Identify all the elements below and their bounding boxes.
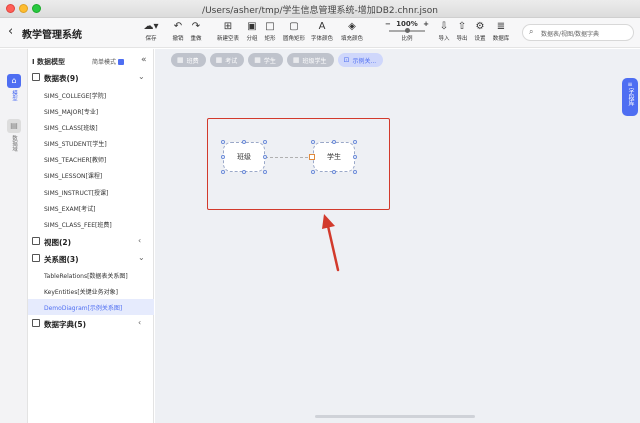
zoom-out-button[interactable]: − — [385, 20, 391, 28]
tab-student[interactable]: ▦ 学生 — [248, 53, 283, 67]
rail-item-data-domain[interactable]: ▤ 数据域 — [4, 119, 24, 152]
search-box[interactable]: ⌕ 数据表/视图/数据字典 — [522, 24, 634, 41]
diagram-canvas[interactable]: ▦ 班费 ▦ 考试 ▦ 学生 ▦ 班级学生 ⊡ 示例关... ≡ 字段库 班级 学生 — [155, 49, 640, 423]
tree-item-table[interactable]: SIMS_TEACHER[教师] — [28, 151, 154, 167]
search-placeholder: 数据表/视图/数据字典 — [541, 31, 600, 38]
zoom-label: 比例 — [401, 36, 413, 42]
simple-mode-toggle[interactable]: 简单模式 — [92, 57, 125, 66]
left-rail: ⌂ 模型 ▤ 数据域 — [0, 49, 28, 423]
round-rect-button[interactable]: ▢ 圆角矩形 — [283, 20, 305, 42]
zoom-in-button[interactable]: + — [423, 20, 429, 28]
group-icon: ▣ — [247, 21, 257, 32]
tree-item-relation[interactable]: TableRelations[数据表关系图] — [28, 267, 154, 283]
dictionary-group-icon — [32, 319, 40, 327]
rect-icon: □ — [265, 21, 275, 32]
back-icon[interactable]: ‹ — [8, 24, 13, 39]
tree-item-table[interactable]: SIMS_CLASS_FEE[班费] — [28, 216, 154, 232]
expand-icon[interactable]: ⌄ — [138, 72, 145, 81]
tab-demo-diagram[interactable]: ⊡ 示例关... — [337, 53, 384, 67]
tree-item-table[interactable]: SIMS_CLASS[班级] — [28, 119, 154, 135]
toolbar-header: ‹ 教学管理系统 ☁▾ 保存 ↶ 撤销 ↷ 重做 ⊞ 新建空表 ▣ 分组 □ 矩… — [0, 18, 640, 48]
simple-mode-checkbox[interactable] — [118, 59, 125, 65]
group-relations[interactable]: 关系图(3) ⌄ — [28, 251, 154, 267]
group-dictionaries[interactable]: 数据字典(5) ‹ — [28, 316, 154, 332]
horizontal-scrollbar[interactable] — [315, 415, 475, 418]
tree-item-table[interactable]: SIMS_LESSON[课程] — [28, 167, 154, 183]
export-icon: ⇧ — [457, 21, 467, 32]
tab-class-student[interactable]: ▦ 班级学生 — [286, 53, 334, 67]
rail-item-model[interactable]: ⌂ 模型 — [4, 74, 24, 101]
fill-color-icon: ◈ — [348, 21, 356, 32]
rect-button[interactable]: □ 矩形 — [259, 20, 281, 42]
table-icon: ▦ — [254, 56, 261, 64]
model-tree-sidebar: I 数据模型 简单模式 « 数据表(9) ⌄ SIMS_COLLEGE[学院] … — [28, 49, 154, 423]
table-icon: ▦ — [215, 56, 223, 64]
table-icon: ▦ — [177, 56, 184, 64]
tree-item-table[interactable]: SIMS_EXAM[考试] — [28, 200, 154, 216]
new-table-icon: ⊞ — [223, 21, 233, 32]
group-views[interactable]: 视图(2) ‹ — [28, 234, 154, 250]
database-button[interactable]: ≣ 数据库 — [490, 20, 512, 42]
annotation-highlight-box — [207, 118, 390, 210]
expand-icon[interactable]: ‹ — [138, 236, 141, 245]
redo-button[interactable]: ↷ 重做 — [185, 20, 207, 42]
tree-item-relation[interactable]: KeyEntities[关键业务对象] — [28, 283, 154, 299]
import-icon: ⇩ — [439, 21, 449, 32]
gear-icon: ⚙ — [475, 21, 485, 32]
expand-icon[interactable]: ‹ — [138, 318, 141, 327]
table-icon: ▦ — [292, 56, 300, 64]
app-window: /Users/asher/tmp/学生信息管理系统-增加DB2.chnr.jso… — [0, 0, 640, 423]
redo-icon: ↷ — [191, 21, 201, 32]
data-domain-icon: ▤ — [7, 119, 21, 133]
zoom-slider[interactable] — [389, 28, 425, 33]
tree-item-relation-selected[interactable]: DemoDiagram[示例关系图] — [28, 299, 154, 315]
annotation-arrow-icon — [322, 214, 340, 272]
tab-class-fee[interactable]: ▦ 班费 — [171, 53, 206, 67]
title-bar: /Users/asher/tmp/学生信息管理系统-增加DB2.chnr.jso… — [0, 0, 640, 18]
zoom-slider-knob[interactable] — [405, 28, 410, 33]
settings-button[interactable]: ⚙ 设置 — [469, 20, 491, 42]
field-library-tab[interactable]: ≡ 字段库 — [622, 78, 638, 116]
zoom-value: 100% — [396, 20, 418, 28]
table-group-icon — [32, 73, 40, 81]
group-tables[interactable]: 数据表(9) ⌄ — [28, 70, 154, 86]
open-tabs: ▦ 班费 ▦ 考试 ▦ 学生 ▦ 班级学生 ⊡ 示例关... — [171, 53, 384, 67]
save-button[interactable]: ☁▾ 保存 — [140, 20, 162, 42]
fill-color-button[interactable]: ◈ 填充颜色 — [341, 20, 363, 42]
tree-item-table[interactable]: SIMS_INSTRUCT[授课] — [28, 184, 154, 200]
font-color-button[interactable]: A 字体颜色 — [311, 20, 333, 42]
relation-group-icon — [32, 254, 40, 262]
round-rect-icon: ▢ — [289, 21, 299, 32]
model-icon: ⌂ — [7, 74, 21, 88]
tree-item-table[interactable]: SIMS_STUDENT[学生] — [28, 135, 154, 151]
window-title: /Users/asher/tmp/学生信息管理系统-增加DB2.chnr.jso… — [202, 6, 438, 16]
tree-item-table[interactable]: SIMS_MAJOR[专业] — [28, 103, 154, 119]
view-group-icon — [32, 237, 40, 245]
search-icon: ⌕ — [529, 27, 534, 36]
undo-icon: ↶ — [173, 21, 183, 32]
cloud-save-icon: ☁▾ — [143, 21, 159, 32]
new-table-button[interactable]: ⊞ 新建空表 — [217, 20, 239, 42]
field-library-icon: ≡ — [627, 81, 633, 88]
tree-item-table[interactable]: SIMS_COLLEGE[学院] — [28, 87, 154, 103]
diagram-icon: ⊡ — [343, 56, 350, 64]
tab-exam[interactable]: ▦ 考试 — [209, 53, 245, 67]
app-title: 教学管理系统 — [22, 30, 82, 41]
font-color-icon: A — [318, 21, 326, 32]
database-icon: ≣ — [496, 21, 506, 32]
zoom-control[interactable]: − 100% + 比例 — [385, 20, 429, 42]
expand-icon[interactable]: ⌄ — [138, 253, 145, 262]
sidebar-title: I 数据模型 — [32, 58, 66, 66]
collapse-sidebar-icon[interactable]: « — [141, 55, 147, 65]
